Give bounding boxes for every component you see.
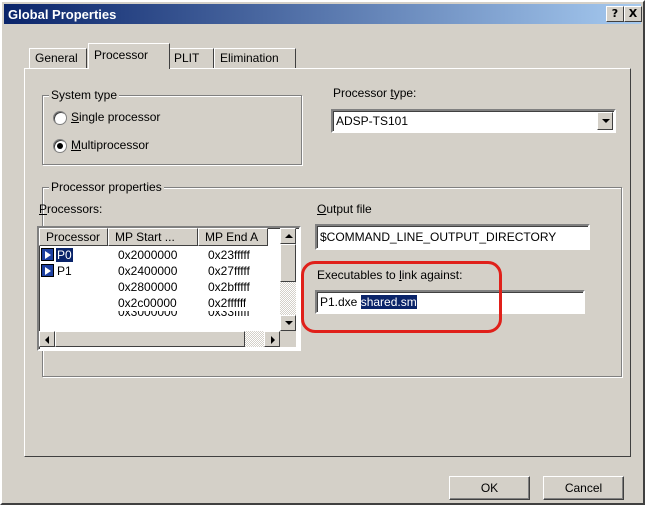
- mp-end-value: 0x2ffffff: [208, 296, 247, 310]
- processors-list[interactable]: Processor MP Start ... MP End A P0 0x200…: [37, 226, 301, 351]
- processor-tab-panel: System type Single processor Multiproces…: [24, 68, 631, 457]
- processor-type-value: ADSP-TS101: [336, 114, 409, 128]
- title-bar[interactable]: Global Properties ? X: [4, 4, 642, 24]
- mp-start-value: 0x2800000: [118, 280, 178, 294]
- scroll-corner: [280, 331, 296, 347]
- column-header-mp-end[interactable]: MP End A: [198, 228, 268, 246]
- help-button[interactable]: ?: [606, 6, 624, 22]
- processor-type-label: Processor type:: [333, 86, 417, 100]
- processors-label: Processors:: [39, 202, 103, 216]
- tab-elimination[interactable]: Elimination: [214, 48, 296, 68]
- mp-start-value: 0x2c00000: [118, 296, 177, 310]
- scroll-thumb[interactable]: [280, 244, 296, 282]
- vertical-scrollbar[interactable]: [280, 228, 296, 331]
- multiprocessor-radio[interactable]: [53, 139, 67, 153]
- scroll-left-button[interactable]: [39, 331, 55, 347]
- mp-end-value: 0x23fffff: [208, 248, 250, 262]
- processor-properties-label: Processor properties: [49, 180, 164, 194]
- chevron-down-icon[interactable]: [597, 112, 613, 130]
- close-button[interactable]: X: [624, 6, 642, 22]
- output-file-input[interactable]: $COMMAND_LINE_OUTPUT_DIRECTORY: [315, 224, 590, 250]
- global-properties-window: Global Properties ? X General Processor …: [0, 0, 645, 505]
- horizontal-scrollbar[interactable]: [39, 331, 280, 347]
- mp-start-value: 0x3000000: [118, 311, 178, 319]
- scroll-right-button[interactable]: [264, 331, 280, 347]
- table-row[interactable]: 0x2c00000 0x2ffffff: [39, 295, 268, 311]
- output-file-value: $COMMAND_LINE_OUTPUT_DIRECTORY: [320, 230, 557, 244]
- processor-properties-group: Processor properties Processors: Process…: [37, 180, 622, 377]
- processor-icon: [41, 264, 54, 277]
- ok-button[interactable]: OK: [449, 476, 530, 500]
- table-row[interactable]: P1 0x2400000 0x27fffff: [39, 263, 268, 279]
- scroll-down-button[interactable]: [280, 315, 296, 331]
- processor-icon: [41, 248, 54, 261]
- mp-end-value: 0x27fffff: [208, 264, 250, 278]
- single-processor-radio[interactable]: [53, 111, 67, 125]
- annotation-highlight: [301, 261, 502, 333]
- column-header-processor[interactable]: Processor: [39, 228, 108, 246]
- mp-end-value: 0x33fffff: [208, 311, 250, 319]
- table-row[interactable]: 0x2800000 0x2bfffff: [39, 279, 268, 295]
- tab-general[interactable]: General: [29, 48, 87, 68]
- mp-start-value: 0x2000000: [118, 248, 178, 262]
- window-title: Global Properties: [8, 7, 117, 22]
- processor-name: P0: [56, 248, 73, 262]
- processor-name: P1: [57, 264, 72, 278]
- mp-end-value: 0x2bfffff: [208, 280, 250, 294]
- system-type-label: System type: [49, 88, 120, 102]
- tab-processor[interactable]: Processor: [88, 43, 170, 69]
- tab-plit[interactable]: PLIT: [168, 48, 214, 68]
- output-file-label: Output file: [317, 202, 372, 216]
- system-type-group: System type Single processor Multiproces…: [42, 88, 302, 165]
- processor-type-select[interactable]: ADSP-TS101: [331, 109, 616, 133]
- scroll-thumb-horizontal[interactable]: [55, 331, 245, 347]
- column-header-mp-start[interactable]: MP Start ...: [108, 228, 198, 246]
- table-row[interactable]: 0x3000000 0x33fffff: [39, 311, 268, 319]
- cancel-button[interactable]: Cancel: [543, 476, 624, 500]
- multiprocessor-label[interactable]: Multiprocessor: [71, 138, 149, 152]
- mp-start-value: 0x2400000: [118, 264, 178, 278]
- table-row[interactable]: P0 0x2000000 0x23fffff: [39, 247, 268, 263]
- scroll-up-button[interactable]: [280, 228, 296, 244]
- single-processor-label[interactable]: Single processor: [71, 110, 160, 124]
